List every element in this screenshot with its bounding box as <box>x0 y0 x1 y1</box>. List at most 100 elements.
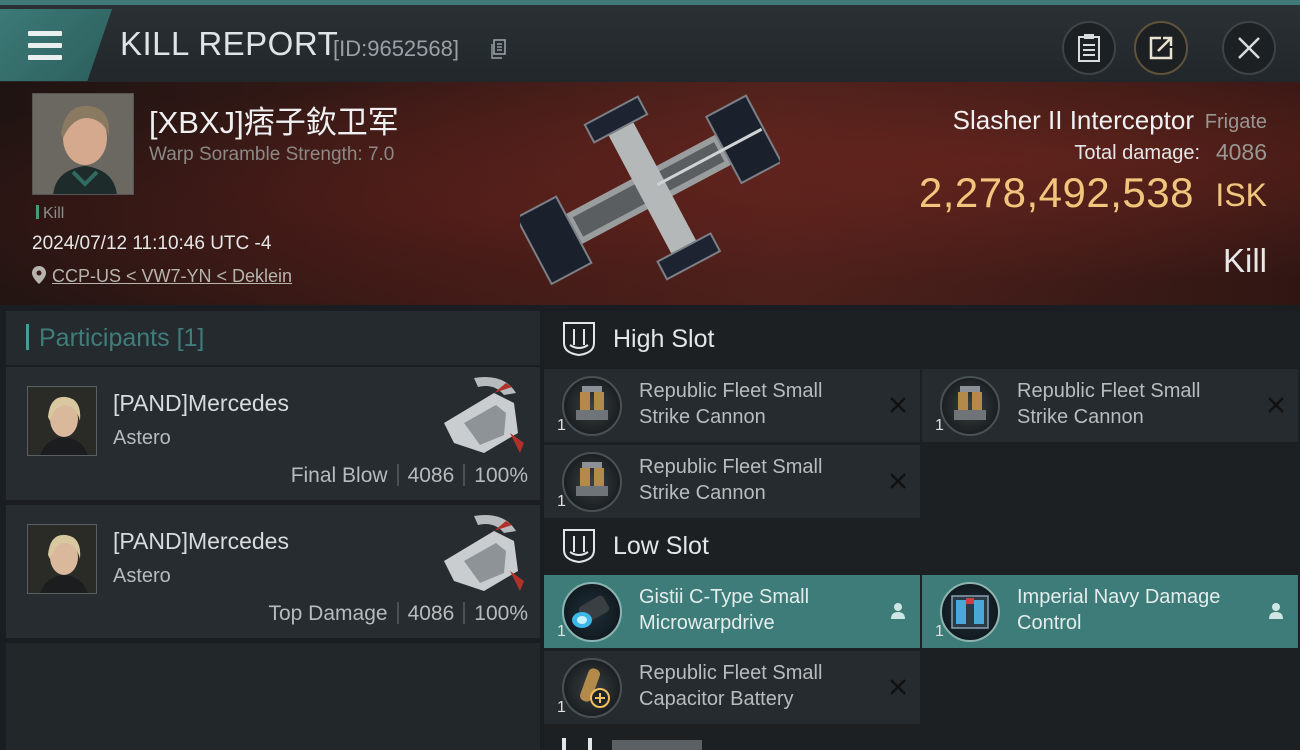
kill-tag-label: Kill <box>43 205 65 222</box>
warp-scramble-strength: Warp Soramble Strength: 7.0 <box>149 144 395 165</box>
module-image <box>576 386 608 420</box>
isk-value: 2,278,492,538 <box>918 169 1194 216</box>
stats-divider <box>463 464 466 486</box>
copy-icon[interactable] <box>491 39 507 59</box>
damage-control-icon <box>940 582 1000 642</box>
module-item[interactable]: 1 Imperial Navy Damage Control <box>922 575 1298 648</box>
module-quantity: 1 <box>935 417 944 434</box>
module-name: Republic Fleet Small Strike Cannon <box>639 456 823 504</box>
location-pin-icon <box>32 266 46 284</box>
module-item[interactable]: 1 Gistii C-Type Small Microwarpdrive <box>544 575 920 648</box>
strike-cannon-icon <box>940 376 1000 436</box>
microwarpdrive-icon <box>562 582 622 642</box>
kill-datetime: 2024/07/12 11:10:46 UTC -4 <box>32 233 272 254</box>
participant-ship: Astero <box>113 427 171 449</box>
participant-row[interactable]: [PAND]Mercedes Astero Top Damage 4086 100% <box>6 505 540 638</box>
participant-ship-image[interactable] <box>434 511 528 599</box>
participant-avatar-image <box>28 525 96 593</box>
header-bar: KILL REPORT [ID:9652568] <box>0 0 1300 82</box>
module-name: Republic Fleet Small Capacitor Battery <box>639 662 823 710</box>
low-slot-header: Low Slot <box>544 518 1300 576</box>
location-link[interactable]: CCP-US < VW7-YN < Deklein <box>52 266 292 286</box>
module-image <box>954 386 986 420</box>
module-item[interactable]: 1 Republic Fleet Small Strike Cannon <box>544 445 920 518</box>
participants-label: Participants <box>39 324 170 352</box>
victim-name[interactable]: [XBXJ]痞子欽卫军 <box>149 97 399 142</box>
module-quantity: 1 <box>557 699 566 716</box>
participants-header: Participants [1] <box>6 311 540 365</box>
module-name: Imperial Navy Damage Control <box>1017 586 1221 634</box>
participants-empty-area <box>6 643 540 750</box>
participant-damage: 4086 <box>407 464 455 487</box>
kill-tag: Kill <box>36 205 64 223</box>
destroyed-icon <box>890 473 906 489</box>
clipboard-button[interactable] <box>1062 21 1116 75</box>
participant-ship-image[interactable] <box>434 373 528 461</box>
victim-avatar-image <box>33 94 133 194</box>
participant-ship: Astero <box>113 565 171 587</box>
participant-avatar-image <box>28 387 96 455</box>
participant-row[interactable]: [PAND]Mercedes Astero Final Blow 4086 100% <box>6 367 540 500</box>
total-damage-label: Total damage: <box>1074 142 1200 164</box>
high-slot-label: High Slot <box>613 325 715 353</box>
avatar[interactable] <box>27 524 97 594</box>
strike-cannon-icon <box>562 376 622 436</box>
victim-summary: [XBXJ]痞子欽卫军 Warp Soramble Strength: 7.0 … <box>0 82 1300 305</box>
participants-count: [1] <box>176 324 205 352</box>
participant-role: Final Blow <box>290 464 388 487</box>
isk-unit: ISK <box>1215 177 1267 213</box>
module-quantity: 1 <box>935 623 944 640</box>
module-image <box>951 595 989 629</box>
module-item[interactable]: 1 Republic Fleet Small Strike Cannon <box>544 369 920 442</box>
menu-icon <box>28 31 62 36</box>
participants-title: Participants [1] <box>26 324 204 353</box>
module-name: Gistii C-Type Small Microwarpdrive <box>639 586 810 634</box>
participant-stats: Top Damage 4086 100% <box>268 602 528 626</box>
module-image <box>579 668 610 708</box>
module-name: Republic Fleet Small Strike Cannon <box>1017 380 1201 428</box>
menu-icon-line <box>28 55 62 60</box>
victim-ship-class: Frigate <box>1204 111 1267 133</box>
close-button[interactable] <box>1222 21 1276 75</box>
module-image <box>576 462 608 496</box>
high-slot-icon <box>563 322 595 357</box>
page-title: KILL REPORT <box>120 25 339 62</box>
clipboard-icon <box>1078 34 1100 62</box>
participant-name[interactable]: [PAND]Mercedes <box>113 528 289 555</box>
stats-divider <box>463 602 466 624</box>
stats-divider <box>396 602 399 624</box>
total-damage-value: 4086 <box>1215 139 1267 165</box>
low-slot-icon <box>563 529 595 564</box>
victim-ship-name[interactable]: Slasher II Interceptor <box>953 105 1194 136</box>
close-icon <box>1238 37 1260 59</box>
capacitor-battery-icon <box>562 658 622 718</box>
destroyed-icon <box>890 679 906 695</box>
victim-portrait[interactable] <box>32 93 134 195</box>
stats-divider <box>396 464 399 486</box>
participant-damage: 4086 <box>407 602 455 625</box>
destroyed-icon <box>1268 397 1284 413</box>
low-slot-label: Low Slot <box>613 532 709 560</box>
module-name: Republic Fleet Small Strike Cannon <box>639 380 823 428</box>
menu-button[interactable] <box>0 9 112 81</box>
participant-percent: 100% <box>474 464 528 487</box>
strike-cannon-icon <box>562 452 622 512</box>
mid-slot-header-partial <box>562 738 702 750</box>
module-item[interactable]: 1 Republic Fleet Small Capacitor Battery <box>544 651 920 724</box>
module-item[interactable]: 1 Republic Fleet Small Strike Cannon <box>922 369 1298 442</box>
module-quantity: 1 <box>557 417 566 434</box>
kill-location[interactable]: CCP-US < VW7-YN < Deklein <box>32 266 292 287</box>
kill-result: Kill <box>1222 242 1267 279</box>
participants-marker <box>26 324 29 350</box>
share-icon <box>1149 36 1173 60</box>
menu-icon-line <box>28 43 62 48</box>
participant-name[interactable]: [PAND]Mercedes <box>113 390 289 417</box>
share-button[interactable] <box>1134 21 1188 75</box>
high-slot-header: High Slot <box>544 311 1300 369</box>
module-quantity: 1 <box>557 623 566 640</box>
victim-ship-image[interactable] <box>520 82 780 297</box>
kill-tag-marker <box>36 205 39 219</box>
participant-stats: Final Blow 4086 100% <box>291 464 528 488</box>
avatar[interactable] <box>27 386 97 456</box>
participant-percent: 100% <box>474 602 528 625</box>
